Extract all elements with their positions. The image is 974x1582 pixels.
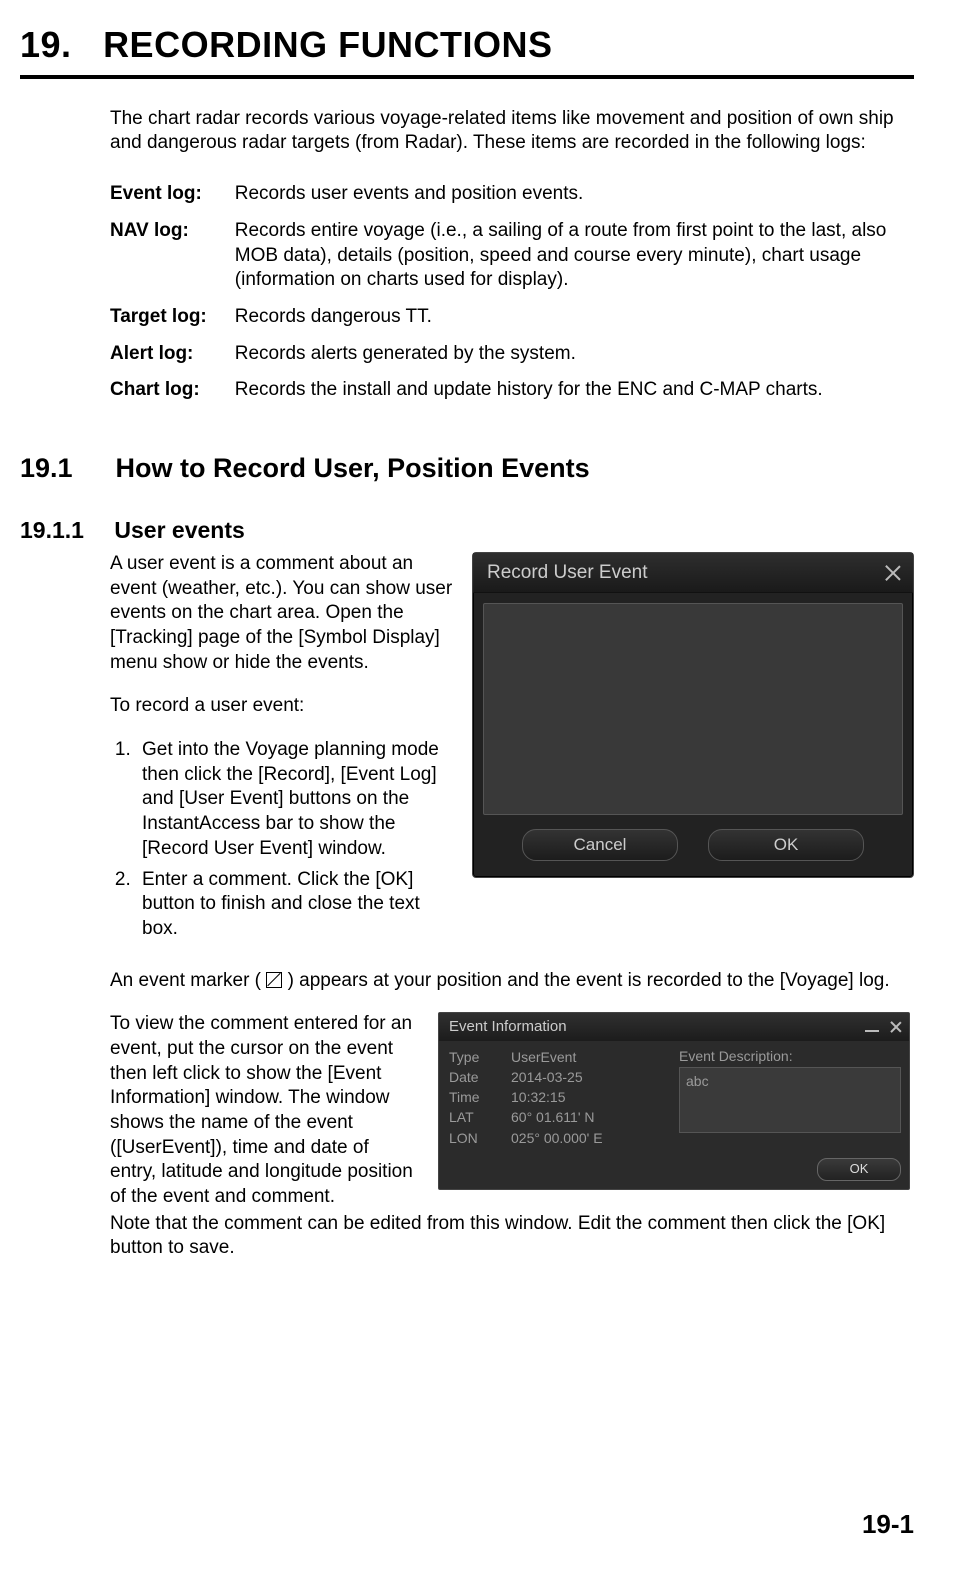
event-information-dialog: Event Information TypeUserEvent Date2014… — [438, 1012, 910, 1189]
event-info-paragraph-tail: Note that the comment can be edited from… — [110, 1212, 914, 1261]
step-1: Get into the Voyage planning mode then c… — [136, 738, 454, 861]
label-time: Time — [449, 1088, 511, 1106]
chapter-title-text: RECORDING FUNCTIONS — [103, 24, 553, 65]
user-events-lead: To record a user event: — [110, 694, 454, 719]
ok-button[interactable]: OK — [708, 829, 864, 861]
subsection-title: User events — [114, 517, 244, 543]
section-number: 19.1 — [20, 451, 108, 486]
log-name: Event log: — [110, 176, 235, 213]
user-events-steps: Get into the Voyage planning mode then c… — [110, 738, 454, 942]
log-desc: Records entire voyage (i.e., a sailing o… — [235, 213, 914, 299]
user-events-paragraph: A user event is a comment about an event… — [110, 552, 454, 675]
label-lat: LAT — [449, 1108, 511, 1126]
description-label: Event Description: — [679, 1047, 901, 1065]
dialog-titlebar: Record User Event — [473, 553, 913, 593]
subsection-number: 19.1.1 — [20, 516, 108, 546]
text: An event marker ( — [110, 970, 261, 991]
ok-button[interactable]: OK — [817, 1158, 901, 1181]
value-date: 2014-03-25 — [511, 1068, 583, 1086]
value-time: 10:32:15 — [511, 1088, 566, 1106]
log-desc: Records dangerous TT. — [235, 299, 914, 336]
label-date: Date — [449, 1068, 511, 1086]
key-value-panel: TypeUserEvent Date2014-03-25 Time10:32:1… — [439, 1041, 679, 1154]
section-heading-19-1: 19.1 How to Record User, Position Events — [20, 451, 914, 486]
label-lon: LON — [449, 1129, 511, 1147]
section-title: How to Record User, Position Events — [116, 453, 590, 483]
close-icon[interactable] — [889, 1020, 903, 1034]
page-number: 19-1 — [862, 1508, 914, 1542]
dialog-button-row: Cancel OK — [473, 825, 913, 877]
intro-paragraph: The chart radar records various voyage-r… — [110, 107, 904, 156]
value-lon: 025° 00.000' E — [511, 1129, 603, 1147]
event-info-paragraph-left: To view the comment entered for an event… — [110, 1012, 420, 1210]
logs-table: Event log:Records user events and positi… — [110, 176, 914, 409]
comment-textarea[interactable] — [483, 603, 903, 815]
step-2: Enter a comment. Click the [OK] button t… — [136, 868, 454, 942]
event-marker-paragraph: An event marker ( ) appears at your posi… — [110, 969, 914, 994]
log-name: NAV log: — [110, 213, 235, 299]
record-user-event-dialog: Record User Event Cancel OK — [472, 552, 914, 878]
description-panel: Event Description: abc — [679, 1041, 909, 1154]
dialog-titlebar: Event Information — [439, 1013, 909, 1041]
dialog-title: Record User Event — [487, 561, 648, 586]
value-lat: 60° 01.611' N — [511, 1108, 595, 1126]
close-icon[interactable] — [883, 563, 903, 583]
log-desc: Records user events and position events. — [235, 176, 914, 213]
subsection-heading-19-1-1: 19.1.1 User events — [20, 516, 914, 546]
log-name: Chart log: — [110, 372, 235, 409]
description-textbox[interactable]: abc — [679, 1067, 901, 1133]
dialog-title: Event Information — [449, 1017, 567, 1037]
chapter-number: 19. — [20, 24, 72, 65]
label-type: Type — [449, 1048, 511, 1066]
minimize-icon[interactable] — [865, 1030, 879, 1032]
log-name: Target log: — [110, 299, 235, 336]
cancel-button[interactable]: Cancel — [522, 829, 678, 861]
log-desc: Records alerts generated by the system. — [235, 336, 914, 373]
event-marker-icon — [266, 972, 282, 988]
log-desc: Records the install and update history f… — [235, 372, 914, 409]
chapter-title: 19. RECORDING FUNCTIONS — [20, 22, 914, 69]
value-type: UserEvent — [511, 1048, 576, 1066]
text: ) appears at your position and the event… — [288, 970, 890, 991]
chapter-rule — [20, 75, 914, 79]
log-name: Alert log: — [110, 336, 235, 373]
